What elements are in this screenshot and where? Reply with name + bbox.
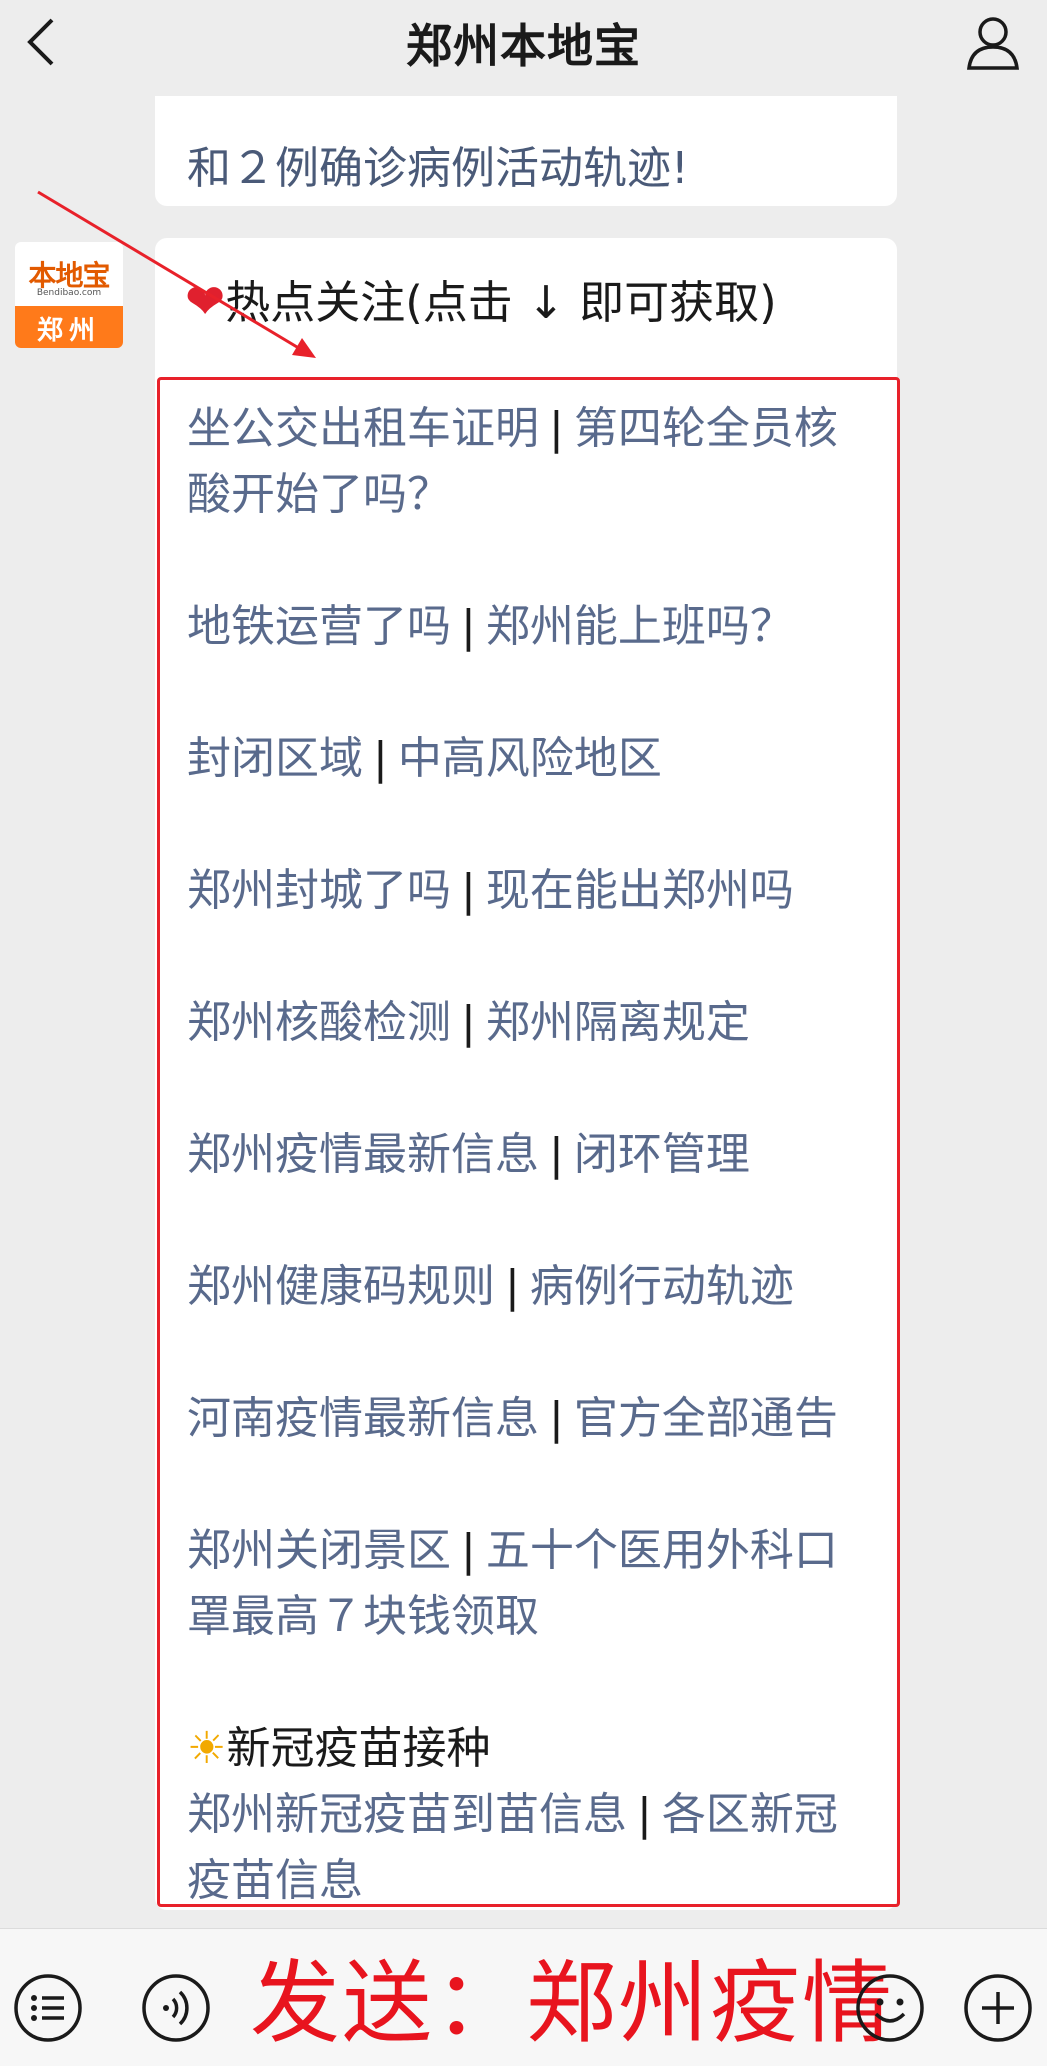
link[interactable]: 坐公交出租车证明 — [187, 403, 539, 454]
heart-icon: ❤ — [185, 274, 226, 330]
list-item: 郑州新冠疫苗到苗信息 | 各区新冠疫苗信息 — [187, 1782, 877, 1914]
separator: | — [549, 1393, 564, 1444]
link[interactable]: 中高风险地区 — [398, 733, 662, 784]
link[interactable]: 郑州关闭景区 — [187, 1525, 451, 1576]
separator: | — [373, 733, 388, 784]
menu-list-icon[interactable] — [12, 1972, 84, 2044]
link[interactable]: 封闭区域 — [187, 733, 363, 784]
hot-topics-heading: ❤热点关注(点击 ↓ 即可获取) — [185, 266, 777, 331]
avatar[interactable]: 本地宝 Bendibao.com 郑州 — [15, 242, 123, 348]
page-title: 郑州本地宝 — [406, 19, 641, 73]
list-item: 地铁运营了吗 | 郑州能上班吗？ — [187, 594, 877, 660]
separator: | — [505, 1261, 520, 1312]
vaccine-title: 新冠疫苗接种 — [226, 1723, 491, 1774]
separator: | — [461, 865, 476, 916]
link[interactable]: 郑州能上班吗？ — [486, 601, 794, 652]
voice-icon[interactable] — [140, 1972, 212, 2044]
emoji-icon[interactable] — [854, 1972, 926, 2044]
user-icon[interactable] — [963, 12, 1023, 72]
top-bar: 郑州本地宝 — [0, 0, 1047, 84]
link[interactable]: 病例行动轨迹 — [530, 1261, 794, 1312]
previous-message-bubble: 和２例确诊病例活动轨迹! — [155, 96, 897, 206]
separator: | — [461, 997, 476, 1048]
link[interactable]: 闭环管理 — [574, 1129, 750, 1180]
sun-icon: ☀ — [187, 1723, 227, 1774]
avatar-city: 郑州 — [36, 316, 101, 346]
list-item: 郑州核酸检测 | 郑州隔离规定 — [187, 990, 877, 1056]
link[interactable]: 郑州疫情最新信息 — [187, 1129, 539, 1180]
link[interactable]: 郑州核酸检测 — [187, 997, 451, 1048]
link[interactable]: 郑州隔离规定 — [486, 997, 750, 1048]
separator: | — [461, 1525, 476, 1576]
list-item: 郑州健康码规则 | 病例行动轨迹 — [187, 1254, 877, 1320]
link[interactable]: 郑州新冠疫苗到苗信息 — [187, 1789, 627, 1840]
list-item: 河南疫情最新信息 | 官方全部通告 — [187, 1386, 877, 1452]
send-instruction-text: 发送：郑州疫情 — [250, 1951, 894, 2056]
link[interactable]: 郑州封城了吗 — [187, 865, 451, 916]
links-list: 坐公交出租车证明 | 第四轮全员核酸开始了吗？ 地铁运营了吗 | 郑州能上班吗？ 封闭区… — [187, 396, 877, 1914]
separator: | — [637, 1789, 652, 1840]
list-item: 郑州疫情最新信息 | 闭环管理 — [187, 1122, 877, 1188]
vaccine-heading: ☀新冠疫苗接种 — [187, 1716, 877, 1782]
link[interactable]: 地铁运营了吗 — [187, 601, 451, 652]
separator: | — [549, 1129, 564, 1180]
list-item: 封闭区域 | 中高风险地区 — [187, 726, 877, 792]
link[interactable]: 现在能出郑州吗 — [486, 865, 794, 916]
link[interactable]: 官方全部通告 — [574, 1393, 838, 1444]
link[interactable]: 郑州健康码规则 — [187, 1261, 495, 1312]
link[interactable]: 河南疫情最新信息 — [187, 1393, 539, 1444]
plus-icon[interactable] — [962, 1972, 1034, 2044]
hot-topics-title: 热点关注(点击 ↓ 即可获取) — [225, 276, 777, 329]
list-item: 郑州关闭景区 | 五十个医用外科口罩最高７块钱领取 — [187, 1518, 877, 1650]
list-item: 郑州封城了吗 | 现在能出郑州吗 — [187, 858, 877, 924]
avatar-domain: Bendibao.com — [36, 288, 102, 298]
previous-message-text: 和２例确诊病例活动轨迹! — [187, 143, 689, 194]
separator: | — [549, 403, 564, 454]
separator: | — [461, 601, 476, 652]
list-item: 坐公交出租车证明 | 第四轮全员核酸开始了吗？ — [187, 396, 877, 528]
